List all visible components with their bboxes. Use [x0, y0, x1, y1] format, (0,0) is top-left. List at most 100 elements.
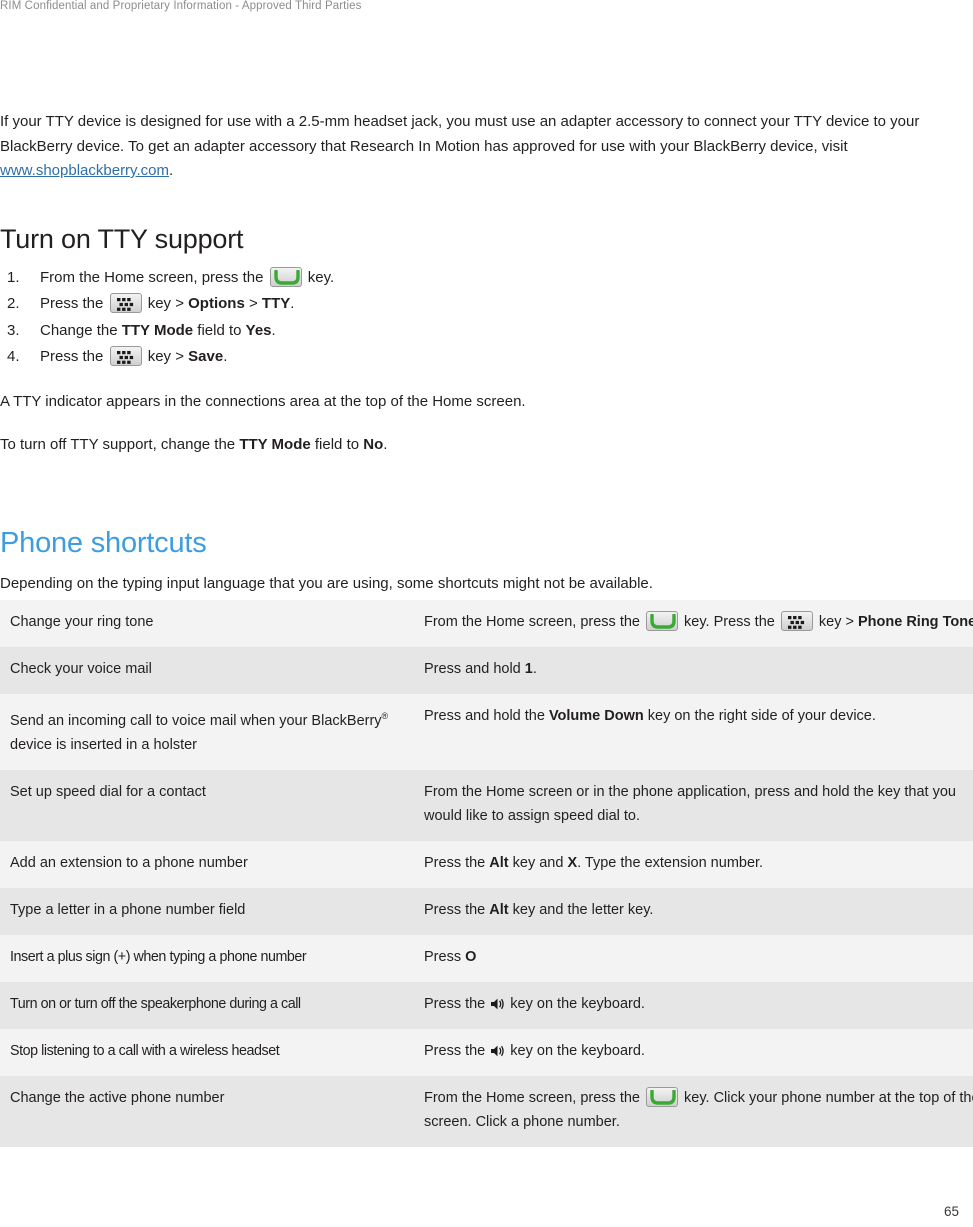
shortcut-task: Turn on or turn off the speakerphone dur…: [0, 981, 421, 1029]
step3-mid: field to: [193, 321, 246, 339]
table-row: Turn on or turn off the speakerphone dur…: [0, 981, 973, 1029]
shortcut-action: From the Home screen, press the key. Cli…: [421, 1075, 973, 1147]
tty-indicator-note: A TTY indicator appears in the connectio…: [0, 392, 526, 410]
tty-turnoff-note: To turn off TTY support, change the TTY …: [0, 433, 973, 458]
turnoff-bold-tty-mode: TTY Mode: [239, 436, 311, 453]
shortcut-task: Set up speed dial for a contact: [0, 769, 421, 841]
shortcut-task: Send an incoming call to voice mail when…: [0, 694, 421, 770]
turnoff-text-2: field to: [310, 436, 364, 453]
shortcut-task: Check your voice mail: [0, 647, 421, 694]
speaker-icon: [490, 997, 505, 1011]
step4-bold-save: Save: [188, 348, 224, 365]
tty-step-2: Press the key > Options > TTY.: [0, 291, 973, 318]
table-row: Set up speed dial for a contact From the…: [0, 769, 973, 841]
shortcut-action: Press the Alt key and X. Type the extens…: [421, 840, 973, 888]
action-text-1: Press and hold: [424, 661, 525, 677]
phone-shortcuts-title: Phone shortcuts: [0, 526, 207, 559]
action-bold: Phone Ring Tones: [857, 614, 973, 630]
table-row: Type a letter in a phone number field Pr…: [0, 887, 973, 935]
intro-paragraph: If your TTY device is designed for use w…: [0, 110, 973, 184]
tty-step-3: Change the TTY Mode field to Yes.: [0, 318, 973, 345]
tty-section-title: Turn on TTY support: [0, 223, 244, 254]
table-row: Add an extension to a phone number Press…: [0, 840, 973, 888]
table-row: Change the active phone number From the …: [0, 1075, 973, 1147]
step2-text-after: key >: [143, 295, 189, 312]
shortcut-action: From the Home screen, press the key. Pre…: [421, 600, 973, 647]
shortcut-action: Press the Alt key and the letter key.: [421, 887, 973, 935]
turnoff-bold-no: No: [363, 436, 384, 453]
running-header-confidentiality: RIM Confidential and Proprietary Informa…: [0, 0, 362, 12]
action-bold: Volume Down: [548, 708, 644, 724]
action-text-1: Press the: [424, 995, 490, 1012]
step1-text-after: key.: [303, 268, 335, 286]
action-text-2: key and: [508, 854, 568, 871]
step3-tail: .: [271, 321, 276, 339]
menu-key-icon: [109, 346, 142, 366]
table-row: Change your ring tone From the Home scre…: [0, 600, 973, 647]
table-row: Send an incoming call to voice mail when…: [0, 694, 973, 770]
action-text-3: key >: [814, 614, 858, 630]
shortcut-task: Change your ring tone: [0, 600, 421, 647]
tty-steps-list: From the Home screen, press the key. Pre…: [0, 265, 973, 371]
action-text-4: key and the letter key.: [508, 901, 654, 918]
intro-text-before-link: If your TTY device is designed for use w…: [0, 113, 920, 155]
shopblackberry-link[interactable]: www.shopblackberry.com: [0, 162, 169, 179]
action-text-4: .: [532, 661, 537, 677]
step4-text-after: key >: [143, 348, 189, 365]
action-text-1: Press and hold the: [424, 708, 549, 724]
intro-text-after-link: .: [168, 162, 174, 179]
shortcut-action: Press the key on the keyboard.: [421, 1028, 973, 1076]
shortcut-task: Stop listening to a call with a wireless…: [0, 1028, 421, 1076]
task-text-2: device is inserted in a holster: [10, 736, 197, 753]
call-key-icon: [646, 1086, 678, 1107]
action-text-1: Press the: [424, 854, 490, 871]
step3-bold-yes: Yes: [245, 321, 272, 339]
action-text-4: key on the right side of your device.: [643, 708, 876, 724]
page-number: 65: [943, 1204, 959, 1219]
action-bold: Alt: [489, 854, 509, 871]
shortcut-action: Press O: [421, 934, 973, 982]
shortcut-task: Insert a plus sign (+) when typing a pho…: [0, 934, 421, 982]
shortcut-action: Press and hold 1.: [421, 647, 973, 694]
action-text-1: From the Home screen, press the: [424, 1089, 644, 1106]
step4-tail: .: [223, 348, 228, 365]
call-key-icon: [269, 266, 302, 287]
menu-key-icon: [109, 293, 142, 313]
shortcut-task: Add an extension to a phone number: [0, 840, 421, 888]
action-text-2: key on the keyboard.: [506, 1042, 645, 1059]
tty-step-1: From the Home screen, press the key.: [0, 265, 973, 292]
page-footer: 65: [0, 1204, 973, 1219]
shortcut-task: Change the active phone number: [0, 1075, 421, 1147]
step3-text-before: Change the: [40, 321, 122, 339]
shortcut-action: Press the key on the keyboard.: [421, 981, 973, 1029]
action-bold: Alt: [489, 901, 509, 918]
table-row: Check your voice mail Press and hold 1.: [0, 647, 973, 694]
table-row: Stop listening to a call with a wireless…: [0, 1028, 973, 1076]
action-text-4: . Type the extension number.: [577, 854, 764, 871]
table-row: Insert a plus sign (+) when typing a pho…: [0, 934, 973, 982]
action-text-2: key on the keyboard.: [506, 995, 645, 1012]
action-text-1: Press the: [424, 1042, 490, 1059]
step1-text-before: From the Home screen, press the: [40, 268, 268, 286]
step2-bold-options: Options: [188, 295, 245, 312]
shortcut-task: Type a letter in a phone number field: [0, 887, 421, 935]
shortcut-action: Press and hold the Volume Down key on th…: [421, 694, 973, 770]
registered-mark: ®: [381, 711, 389, 721]
step2-separator: >: [244, 295, 262, 312]
turnoff-text-3: .: [383, 436, 388, 453]
turnoff-text-1: To turn off TTY support, change the: [0, 436, 240, 453]
action-text-1: Press: [424, 948, 466, 965]
step4-text-before: Press the: [40, 348, 108, 365]
menu-key-icon: [780, 611, 813, 631]
phone-shortcuts-table: Change your ring tone From the Home scre…: [0, 600, 973, 1147]
page-content: If your TTY device is designed for use w…: [0, 110, 973, 596]
step3-bold-tty-mode: TTY Mode: [121, 321, 194, 339]
phone-shortcuts-intro: Depending on the typing input language t…: [0, 574, 653, 592]
shortcut-action: From the Home screen or in the phone app…: [421, 769, 973, 841]
action-text-1: Press the: [424, 901, 490, 918]
speaker-icon: [490, 1044, 505, 1058]
action-text-2: key. Press the: [680, 614, 779, 630]
document-page: RIM Confidential and Proprietary Informa…: [0, 0, 973, 1227]
action-bold: 1: [524, 661, 533, 677]
step2-text-before: Press the: [40, 295, 108, 312]
